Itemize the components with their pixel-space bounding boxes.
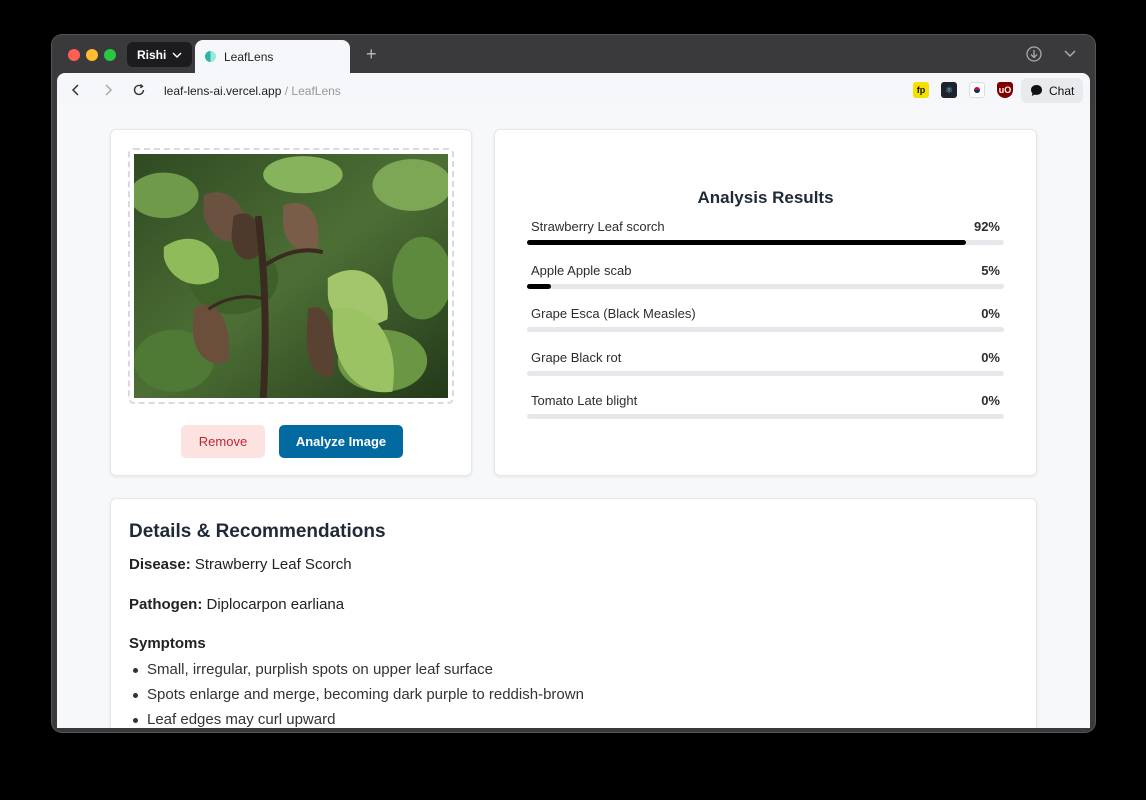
result-label: Tomato Late blight bbox=[531, 393, 638, 408]
forward-arrow-icon[interactable] bbox=[101, 83, 115, 97]
chat-button[interactable]: Chat bbox=[1021, 78, 1084, 103]
pathogen-label: Pathogen: bbox=[129, 596, 203, 613]
result-label: Apple Apple scab bbox=[531, 263, 632, 278]
result-progress-fill bbox=[527, 284, 551, 289]
remove-button[interactable]: Remove bbox=[181, 425, 265, 458]
details-title: Details & Recommendations bbox=[129, 521, 386, 542]
react-devtools-icon[interactable]: ⚛ bbox=[941, 82, 957, 98]
back-arrow-icon[interactable] bbox=[69, 83, 83, 97]
disease-label: Disease: bbox=[129, 556, 191, 573]
disease-value: Strawberry Leaf Scorch bbox=[190, 556, 352, 573]
maximize-window-button[interactable] bbox=[104, 49, 116, 61]
result-progress-fill bbox=[527, 240, 966, 245]
symptoms-heading: Symptoms bbox=[129, 635, 206, 652]
new-tab-plus-icon[interactable]: + bbox=[366, 44, 377, 65]
minimize-window-button[interactable] bbox=[86, 49, 98, 61]
image-dropzone[interactable] bbox=[128, 148, 454, 404]
browser-toolbar: leaf-lens-ai.vercel.app / LeafLens fp ⚛ … bbox=[57, 73, 1090, 109]
close-window-button[interactable] bbox=[68, 49, 80, 61]
result-progress-track bbox=[527, 371, 1004, 376]
result-label: Grape Black rot bbox=[531, 350, 622, 365]
profile-name: Rishi bbox=[137, 47, 167, 62]
result-percent: 92% bbox=[973, 219, 1000, 234]
pathogen-line: Pathogen: Diplocarpon earliana bbox=[129, 596, 344, 613]
leaflens-favicon-icon bbox=[205, 51, 216, 62]
url-separator: / bbox=[281, 84, 292, 98]
disease-line: Disease: Strawberry Leaf Scorch bbox=[129, 556, 352, 573]
reload-icon[interactable] bbox=[132, 83, 146, 97]
result-percent: 0% bbox=[981, 393, 1000, 408]
symptoms-list: Small, irregular, purplish spots on uppe… bbox=[133, 661, 584, 728]
result-progress-track bbox=[527, 284, 1004, 289]
tab-title: LeafLens bbox=[224, 49, 274, 64]
result-percent: 0% bbox=[981, 350, 1000, 365]
chat-label: Chat bbox=[1049, 83, 1075, 98]
analysis-results-card: Analysis Results Strawberry Leaf scorch … bbox=[494, 129, 1037, 476]
list-item: Leaf edges may curl upward bbox=[133, 711, 584, 728]
list-item: Small, irregular, purplish spots on uppe… bbox=[133, 661, 584, 686]
url-domain: leaf-lens-ai.vercel.app bbox=[164, 84, 282, 98]
result-progress-track bbox=[527, 414, 1004, 419]
korean-flag-extension-icon[interactable] bbox=[969, 82, 985, 98]
ublock-origin-icon[interactable]: uO bbox=[997, 82, 1013, 98]
tab-leaflens[interactable]: LeafLens bbox=[195, 40, 350, 73]
result-label: Grape Esca (Black Measles) bbox=[531, 306, 696, 321]
result-percent: 5% bbox=[981, 263, 1000, 278]
title-bar: Rishi LeafLens + bbox=[52, 35, 1095, 73]
url-page-title: LeafLens bbox=[291, 84, 341, 98]
address-bar[interactable]: leaf-lens-ai.vercel.app / LeafLens bbox=[164, 84, 341, 98]
result-percent: 0% bbox=[981, 306, 1000, 321]
results-title: Analysis Results bbox=[697, 188, 834, 207]
fp-extension-icon[interactable]: fp bbox=[913, 82, 929, 98]
page-content: Remove Analyze Image Analysis Results St… bbox=[57, 109, 1090, 728]
result-progress-track bbox=[527, 240, 1004, 245]
uploaded-leaf-image bbox=[134, 154, 448, 398]
result-label: Strawberry Leaf scorch bbox=[531, 219, 665, 234]
details-card: Details & Recommendations Disease: Straw… bbox=[110, 498, 1037, 728]
result-progress-track bbox=[527, 327, 1004, 332]
upload-card: Remove Analyze Image bbox=[110, 129, 472, 476]
download-icon[interactable] bbox=[1025, 45, 1043, 63]
list-item: Spots enlarge and merge, becoming dark p… bbox=[133, 686, 584, 711]
browser-window: Rishi LeafLens + leaf-lens-ai.vercel.app… bbox=[52, 35, 1095, 732]
chat-bubble-icon bbox=[1031, 85, 1042, 96]
tab-list-chevron-down-icon[interactable] bbox=[1063, 46, 1077, 60]
pathogen-value: Diplocarpon earliana bbox=[202, 596, 345, 613]
analyze-image-button[interactable]: Analyze Image bbox=[279, 425, 403, 458]
profile-switcher[interactable]: Rishi bbox=[127, 42, 193, 67]
chevron-down-icon bbox=[172, 52, 182, 58]
